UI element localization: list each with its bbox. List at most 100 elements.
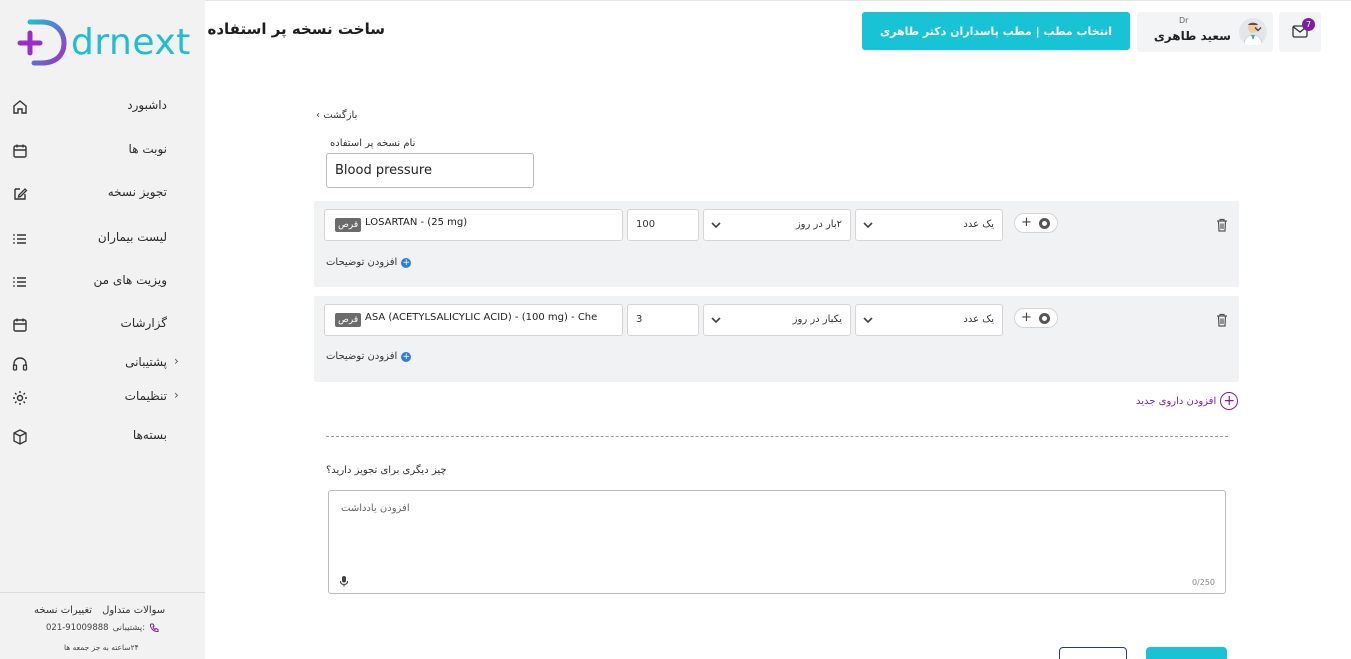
- sidebar-item-my-visits[interactable]: ویزیت های من: [0, 267, 205, 297]
- trash-icon[interactable]: [1214, 312, 1230, 328]
- calendar-icon: [13, 318, 27, 332]
- back-link[interactable]: بازگشت ›: [316, 110, 357, 121]
- support-label: پشتیبانی:: [112, 623, 146, 633]
- other-prescription-label: چیز دیگری برای تجویز دارید؟: [326, 465, 447, 476]
- plus-icon[interactable]: +: [1021, 310, 1032, 325]
- support-phone: 021-91009888 پشتیبانی:: [46, 623, 159, 633]
- headset-icon: [12, 357, 28, 371]
- sidebar-item-label: ویزیت های من: [93, 273, 167, 287]
- drug-quantity-input[interactable]: 3: [627, 304, 699, 336]
- note-placeholder: افزودن یادداشت: [341, 503, 410, 514]
- support-hours: ۲۴ساعته به جز جمعه ها: [64, 643, 139, 652]
- add-description-label: افزودن توضیحات: [326, 351, 398, 362]
- frequency-select[interactable]: ۲بار در روز: [703, 209, 851, 241]
- drug-row: قرص ASA (ACETYLSALICYLIC ACID) - (100 mg…: [314, 296, 1239, 382]
- plus-circle-icon: +: [401, 257, 412, 268]
- chevron-down-icon: [711, 317, 721, 324]
- dose-value: یک عدد: [963, 219, 994, 230]
- drug-row: قرص LOSARTAN - (25 mg) 100 ۲بار در روز ی…: [314, 201, 1239, 287]
- user-name: سعید طاهری: [1153, 29, 1231, 43]
- drug-name-field[interactable]: قرص ASA (ACETYLSALICYLIC ACID) - (100 mg…: [324, 304, 623, 336]
- sidebar-item-label: تجویز نسخه: [107, 185, 167, 199]
- cancel-button[interactable]: [1059, 647, 1127, 659]
- note-char-counter: 0/250: [1191, 578, 1215, 587]
- user-prefix: Dr: [1179, 16, 1189, 25]
- chevron-left-icon: ‹: [174, 354, 179, 368]
- sidebar-item-packages[interactable]: بسته‌ها: [0, 422, 205, 452]
- package-icon: [13, 429, 27, 445]
- sidebar-item-dashboard[interactable]: داشبورد: [0, 92, 205, 122]
- messages-badge: 7: [1302, 18, 1315, 31]
- sidebar-item-label: بسته‌ها: [132, 428, 167, 442]
- target-icon[interactable]: [1039, 313, 1050, 324]
- drug-form-badge: قرص: [335, 218, 362, 232]
- calendar-icon: [13, 144, 27, 158]
- divider: [326, 436, 1228, 437]
- back-label: بازگشت: [323, 110, 358, 121]
- save-button[interactable]: [1146, 647, 1227, 659]
- trash-icon[interactable]: [1214, 217, 1230, 233]
- chevron-left-icon: ›: [316, 110, 320, 121]
- plus-icon[interactable]: +: [1021, 215, 1032, 230]
- sidebar-item-label: لیست بیماران: [97, 230, 167, 244]
- note-textarea[interactable]: افزودن یادداشت 0/250: [328, 490, 1226, 594]
- home-icon: [13, 100, 27, 114]
- drnext-logo[interactable]: drnext: [16, 16, 196, 68]
- add-description-button[interactable]: + افزودن توضیحات: [326, 351, 412, 362]
- phone-number[interactable]: 021-91009888: [46, 623, 109, 633]
- logo-text: drnext: [71, 22, 191, 63]
- dose-select[interactable]: یک عدد: [855, 209, 1003, 241]
- add-description-label: افزودن توضیحات: [326, 257, 398, 268]
- sidebar-item-label: گزارشات: [120, 316, 167, 330]
- phone-icon: [150, 623, 159, 633]
- list-icon: [13, 234, 26, 244]
- chevron-down-icon: [863, 317, 873, 324]
- frequency-value: ۲بار در روز: [795, 219, 842, 230]
- gear-icon: [13, 391, 27, 405]
- drug-options-control[interactable]: +: [1014, 308, 1058, 328]
- chevron-down-icon: [711, 222, 721, 229]
- drug-name: ASA (ACETYLSALICYLIC ACID) - (100 mg) - …: [365, 312, 598, 323]
- chevron-down-icon: [863, 222, 873, 229]
- add-new-drug-button[interactable]: + افزودن داروی جدید: [1136, 392, 1239, 410]
- sidebar-item-support[interactable]: پشتیبانی ‹: [0, 349, 205, 379]
- drug-options-control[interactable]: +: [1014, 213, 1058, 233]
- sidebar-item-reports[interactable]: گزارشات: [0, 310, 205, 340]
- sidebar-item-label: پشتیبانی: [125, 355, 167, 369]
- list-icon: [13, 277, 26, 287]
- target-icon[interactable]: [1039, 218, 1050, 229]
- drug-name-field[interactable]: قرص LOSARTAN - (25 mg): [324, 209, 623, 241]
- user-menu[interactable]: Dr سعید طاهری: [1137, 12, 1273, 52]
- sidebar-item-label: نوبت ها: [128, 142, 167, 156]
- microphone-icon[interactable]: [339, 575, 349, 587]
- plus-circle-icon: +: [401, 351, 412, 362]
- dose-select[interactable]: یک عدد: [855, 304, 1003, 336]
- sidebar-item-appointments[interactable]: نوبت ها: [0, 136, 205, 166]
- messages-button[interactable]: 7: [1279, 12, 1321, 52]
- sidebar-item-prescribe[interactable]: تجویز نسخه: [0, 179, 205, 209]
- drug-quantity-input[interactable]: 100: [627, 209, 699, 241]
- sidebar: drnext داشبورد نوبت ها تجویز نسخه لیست ب…: [0, 0, 205, 659]
- add-description-button[interactable]: + افزودن توضیحات: [326, 257, 412, 268]
- drug-name: LOSARTAN - (25 mg): [365, 217, 468, 228]
- faq-link[interactable]: سوالات متداول: [102, 605, 165, 616]
- sidebar-item-settings[interactable]: تنظیمات ‹: [0, 383, 205, 413]
- dose-value: یک عدد: [963, 314, 994, 325]
- footer-links: سوالات متداول تغییرات نسخه: [34, 605, 165, 616]
- changelog-link[interactable]: تغییرات نسخه: [34, 605, 92, 616]
- prescription-name-input[interactable]: [326, 153, 534, 188]
- sidebar-item-patients[interactable]: لیست بیماران: [0, 224, 205, 254]
- drug-form-badge: قرص: [335, 313, 362, 327]
- frequency-value: یکبار در روز: [792, 314, 842, 325]
- page-title: ساخت نسخه پر استفاده: [207, 20, 385, 38]
- frequency-select[interactable]: یکبار در روز: [703, 304, 851, 336]
- plus-circle-icon: +: [1220, 392, 1239, 410]
- name-label: نام نسخه پر استفاده: [330, 138, 416, 149]
- sidebar-item-label: تنظیمات: [124, 389, 167, 403]
- sidebar-item-label: داشبورد: [127, 98, 167, 112]
- chevron-down-icon: [1254, 27, 1262, 32]
- select-clinic-button[interactable]: انتخاب مطب | مطب پاسداران دکتر طاهری: [862, 12, 1130, 50]
- chevron-left-icon: ‹: [174, 388, 179, 402]
- logo-mark-icon: [17, 19, 67, 66]
- add-new-drug-label: افزودن داروی جدید: [1136, 395, 1217, 407]
